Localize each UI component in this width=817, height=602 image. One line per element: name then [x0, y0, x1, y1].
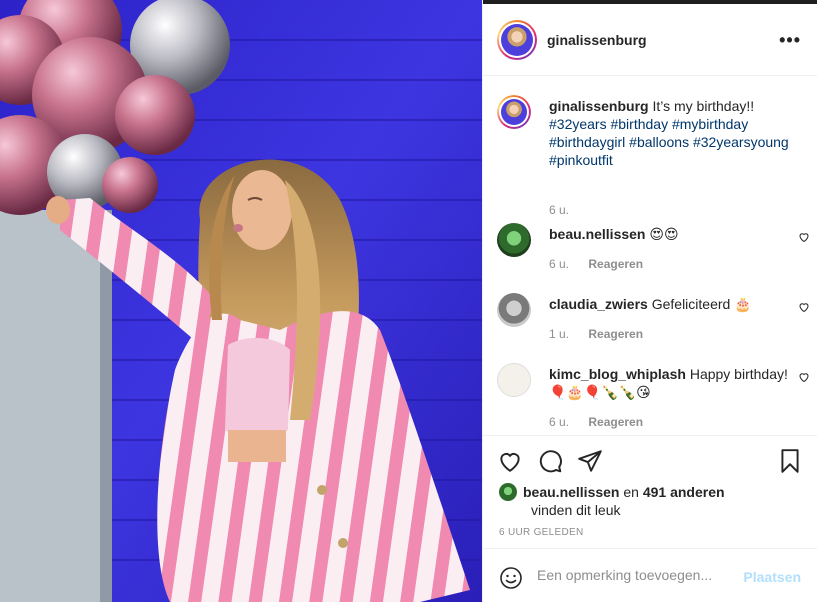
comment-bubble-icon[interactable] [537, 448, 563, 474]
comment-username[interactable]: kimc_blog_whiplash [549, 366, 686, 382]
comment-meta: 1 u. Reageren [549, 327, 643, 341]
caption-time[interactable]: 6 u. [549, 203, 569, 217]
hashtags-line-2[interactable]: #birthdaygirl #balloons #32yearsyoung [549, 134, 789, 150]
post-photo[interactable] [0, 0, 482, 602]
more-dots-icon[interactable]: ••• [779, 30, 801, 51]
hashtags-line-3[interactable]: #pinkoutfit [549, 152, 613, 168]
author-avatar[interactable] [497, 20, 537, 60]
caption-text: It’s my birthday!! [652, 98, 755, 114]
comment-time[interactable]: 1 u. [549, 327, 569, 341]
likes-suffix: vinden dit leuk [531, 502, 621, 518]
likes-connector: en [623, 484, 639, 500]
comment-meta: 6 u. Reageren [549, 415, 643, 429]
caption-meta: 6 u. [549, 203, 569, 217]
commenter-avatar[interactable] [497, 223, 531, 257]
reply-button[interactable]: Reageren [588, 257, 643, 271]
like-heart-icon[interactable] [497, 448, 523, 474]
caption-avatar[interactable] [497, 95, 531, 129]
reply-button[interactable]: Reageren [588, 327, 643, 341]
share-paper-plane-icon[interactable] [577, 448, 603, 474]
comment-text: Gefeliciteerd 🎂 [651, 296, 752, 312]
like-comment-heart-icon[interactable] [798, 371, 810, 383]
hashtags-line-1[interactable]: #32years #birthday #mybirthday [549, 116, 748, 132]
likes-summary: beau.nellissen en 491 anderen vinden dit… [499, 483, 725, 518]
post-timestamp[interactable]: 6 UUR GELEDEN [499, 527, 583, 538]
post-comment-button[interactable]: Plaatsen [743, 569, 801, 585]
liker-avatar[interactable] [499, 483, 517, 501]
comment-body: kimc_blog_whiplash Happy birthday! 🎈🎂🎈🍾🍾… [549, 365, 799, 401]
comment-time[interactable]: 6 u. [549, 415, 569, 429]
author-username[interactable]: ginalissenburg [547, 32, 647, 48]
commenter-avatar[interactable] [497, 293, 531, 327]
comment-time[interactable]: 6 u. [549, 257, 569, 271]
comments-list: ginalissenburg It’s my birthday!! #32yea… [483, 77, 817, 435]
commenter-avatar[interactable] [497, 363, 531, 397]
comment-body: beau.nellissen 😍😍 [549, 225, 799, 243]
comment-username[interactable]: beau.nellissen [549, 226, 645, 242]
caption-username[interactable]: ginalissenburg [549, 98, 649, 114]
post-side-panel: ginalissenburg ••• ginalissenburg It’s m… [482, 0, 817, 602]
comment-input[interactable] [537, 567, 737, 583]
comment-username[interactable]: claudia_zwiers [549, 296, 648, 312]
likes-others-link[interactable]: 491 anderen [643, 484, 725, 500]
post-header: ginalissenburg ••• [483, 4, 817, 76]
save-bookmark-icon[interactable] [777, 448, 803, 474]
comment-body: claudia_zwiers Gefeliciteerd 🎂 [549, 295, 799, 313]
liker-username[interactable]: beau.nellissen [523, 484, 619, 500]
like-comment-heart-icon[interactable] [798, 301, 810, 313]
like-comment-heart-icon[interactable] [798, 231, 810, 243]
add-comment-bar: Plaatsen [483, 548, 817, 602]
comment-text: 😍😍 [649, 226, 679, 242]
comment-meta: 6 u. Reageren [549, 257, 643, 271]
caption-body: ginalissenburg It’s my birthday!! #32yea… [549, 97, 799, 169]
emoji-smile-icon[interactable] [499, 566, 523, 590]
photo-illustration [0, 0, 482, 602]
reply-button[interactable]: Reageren [588, 415, 643, 429]
